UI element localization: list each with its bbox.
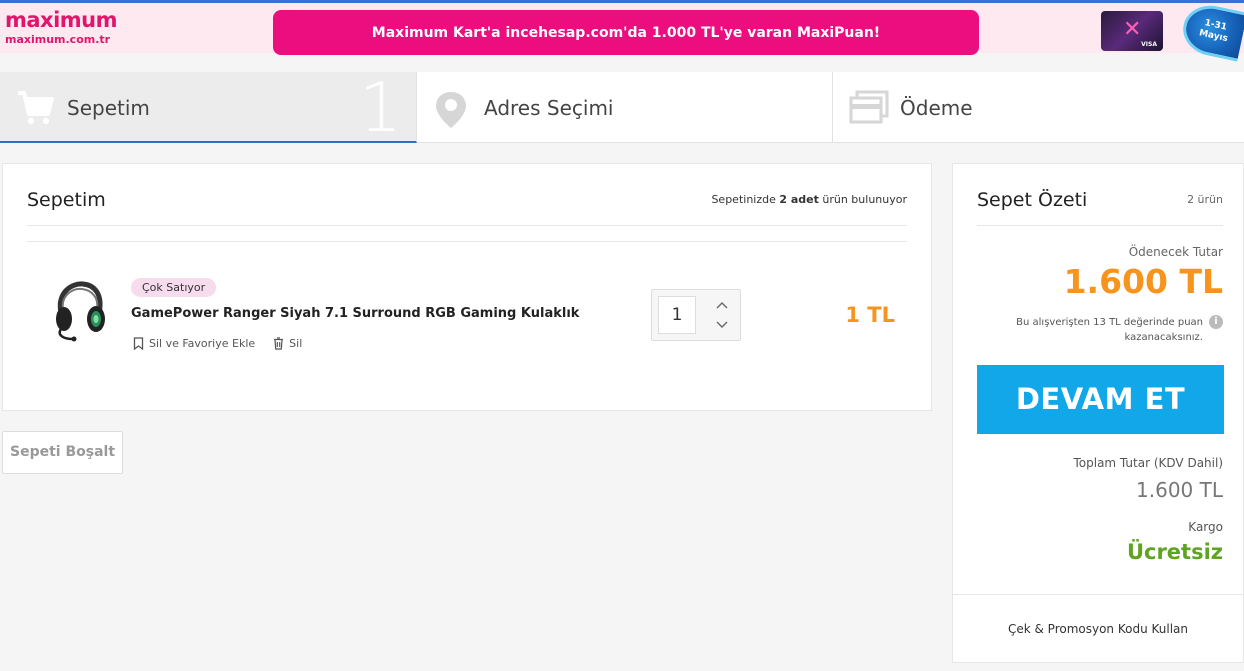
step-payment-label: Ödeme (900, 96, 973, 120)
step-address-label: Adres Seçimi (484, 96, 614, 120)
continue-button[interactable]: DEVAM ET (977, 365, 1224, 434)
payment-card-icon (849, 90, 889, 130)
total-amount-label: Toplam Tutar (KDV Dahil) (1073, 456, 1223, 470)
bookmark-icon (133, 337, 144, 350)
promo-banner[interactable]: maximum maximum.com.tr Maximum Kart'a in… (0, 0, 1244, 62)
headset-product-image[interactable] (49, 279, 111, 349)
save-to-favorites-button[interactable]: Sil ve Favoriye Ekle (133, 337, 255, 350)
cart-count-suffix: ürün bulunuyor (818, 193, 907, 206)
card-x-mark: ✕ (1123, 17, 1142, 42)
summary-title: Sepet Özeti (977, 189, 1088, 211)
cart-item-count: Sepetinizde 2 adet ürün bulunuyor (711, 193, 907, 206)
payable-amount-label: Ödenecek Tutar (1128, 245, 1223, 259)
points-info-text: Bu alışverişten 13 TL değerinde puan kaz… (1016, 317, 1203, 343)
coupon-code-link[interactable]: Çek & Promosyon Kodu Kullan (953, 622, 1243, 636)
divider (977, 225, 1223, 226)
checkout-steps: Sepetim 1 Adres Seçimi Ödeme (0, 69, 1244, 148)
visa-logo: VISA (1141, 41, 1157, 48)
chevron-up-icon (716, 302, 728, 309)
quantity-decrease-button[interactable] (711, 316, 733, 334)
cart-panel: Sepetim Sepetinizde 2 adet ürün bulunuyo… (2, 163, 932, 411)
quantity-stepper: 1 (651, 289, 741, 341)
brand-logo-text: maximum (5, 8, 118, 32)
step-address[interactable]: Adres Seçimi (417, 72, 833, 143)
step-cart[interactable]: Sepetim 1 (0, 69, 417, 148)
product-name-link[interactable]: GamePower Ranger Siyah 7.1 Surround RGB … (131, 306, 579, 321)
divider (27, 241, 907, 242)
total-amount: 1.600 TL (1136, 478, 1223, 502)
quantity-input[interactable]: 1 (658, 296, 696, 334)
cart-summary-panel: Sepet Özeti 2 ürün Ödenecek Tutar 1.600 … (952, 163, 1244, 663)
save-to-favorites-label: Sil ve Favoriye Ekle (149, 337, 256, 350)
cart-title: Sepetim (27, 189, 106, 211)
location-pin-icon (433, 90, 469, 134)
cart-count-prefix: Sepetinizde (711, 193, 780, 206)
shipping-label: Kargo (1188, 520, 1223, 534)
delete-item-button[interactable]: Sil (273, 337, 302, 350)
step-cart-label: Sepetim (67, 96, 150, 120)
shipping-value: Ücretsiz (1126, 540, 1223, 564)
bestseller-badge: Çok Satıyor (131, 278, 217, 297)
cart-icon (16, 90, 54, 130)
credit-card-image: ✕ VISA (1101, 11, 1163, 51)
brand-url: maximum.com.tr (5, 33, 111, 46)
item-price: 1 TL (845, 303, 895, 327)
quantity-increase-button[interactable] (711, 296, 733, 314)
step-number: 1 (358, 69, 402, 148)
info-icon[interactable]: i (1209, 315, 1223, 329)
maximum-logo[interactable]: maximum maximum.com.tr (5, 8, 118, 46)
delete-item-label: Sil (289, 337, 303, 350)
trash-icon (274, 337, 284, 350)
promo-message[interactable]: Maximum Kart'a incehesap.com'da 1.000 TL… (273, 10, 979, 55)
step-payment[interactable]: Ödeme (833, 72, 1244, 143)
payable-amount: 1.600 TL (1063, 262, 1223, 301)
chevron-down-icon (716, 321, 728, 328)
empty-cart-button[interactable]: Sepeti Boşalt (2, 431, 123, 474)
campaign-date-badge: 1-31 Mayıs (1178, 0, 1244, 62)
divider (27, 225, 907, 226)
summary-item-count: 2 ürün (1187, 193, 1223, 206)
cart-count-bold: 2 adet (779, 193, 819, 206)
product-actions: Sil ve Favoriye Ekle Sil (133, 337, 302, 350)
divider (953, 594, 1243, 595)
